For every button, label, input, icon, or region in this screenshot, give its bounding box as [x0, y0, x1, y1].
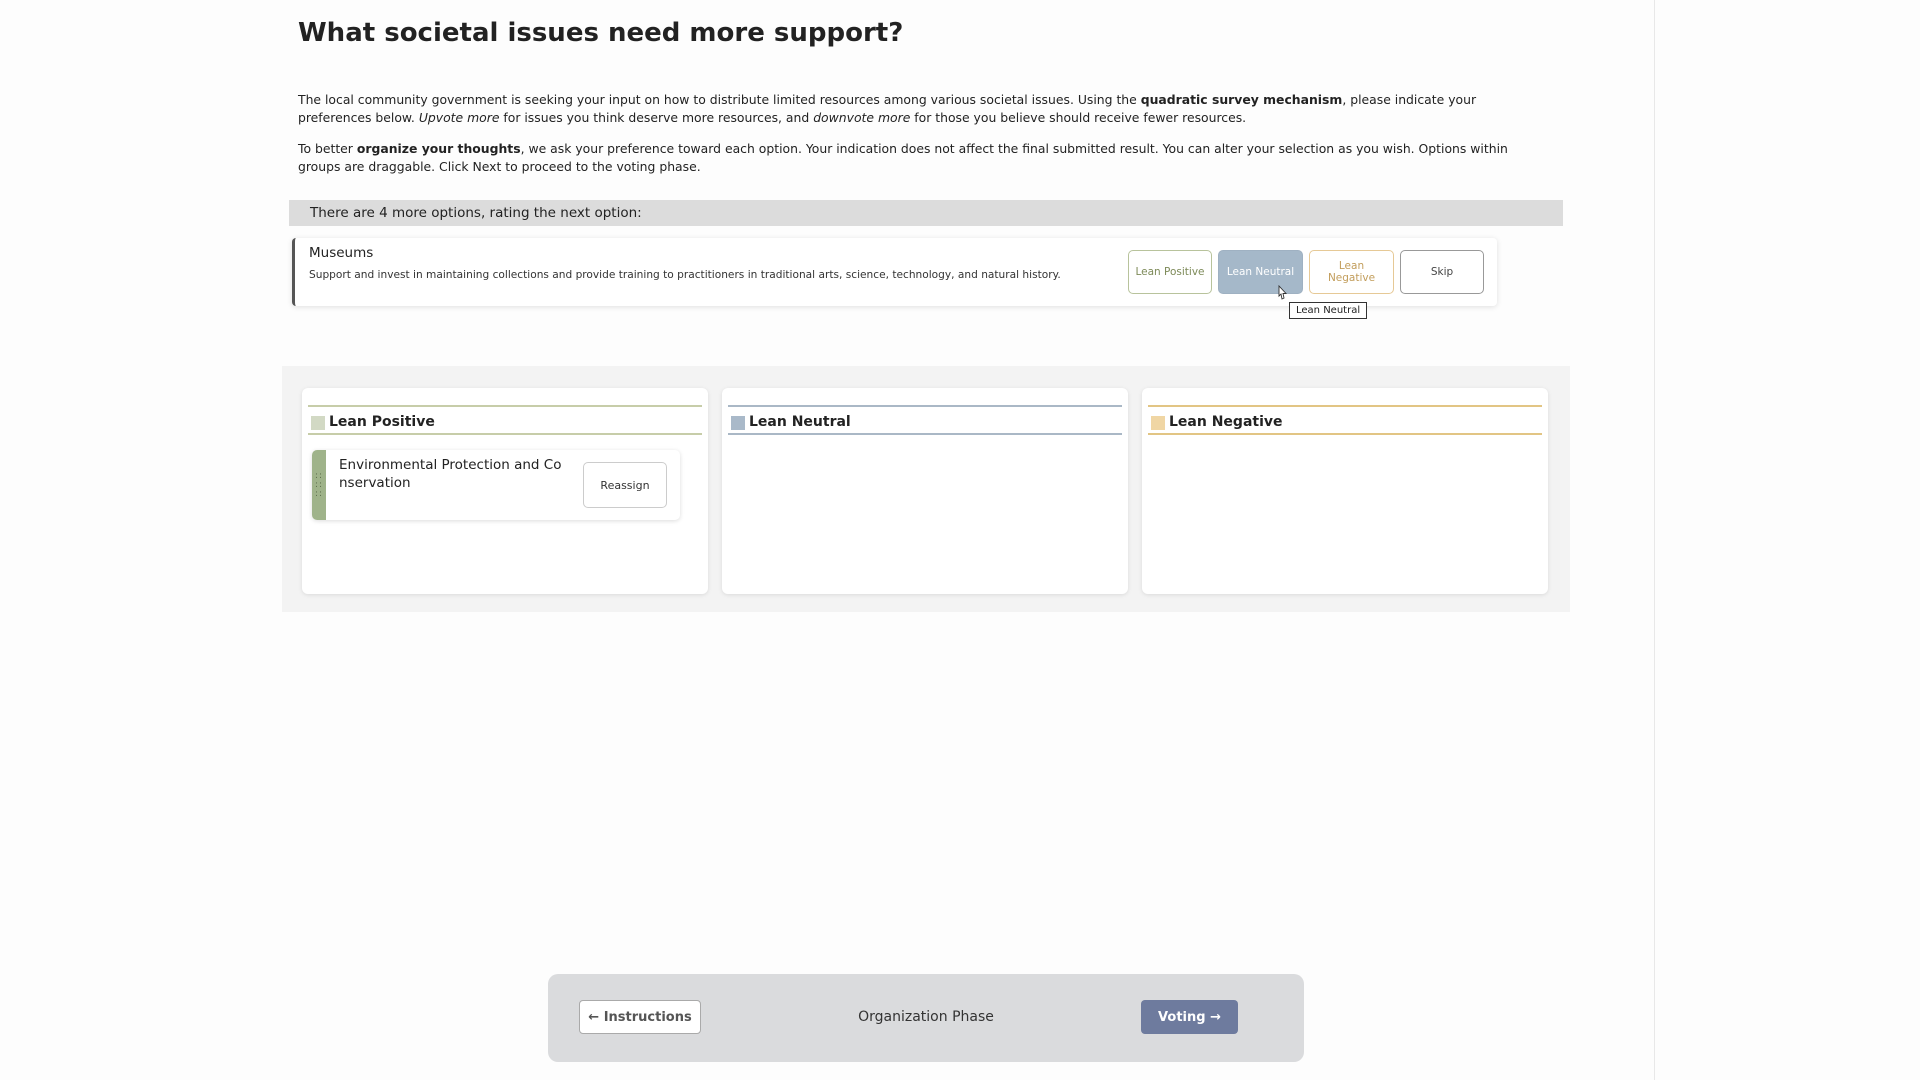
group-lean-negative[interactable]: Lean Negative	[1142, 388, 1548, 594]
option-description: Support and invest in maintaining collec…	[309, 269, 1061, 281]
skip-button[interactable]: Skip	[1400, 250, 1484, 294]
intro-text: To better	[298, 141, 357, 156]
group-color-swatch	[731, 416, 745, 430]
option-title: Museums	[309, 245, 374, 261]
intro-bold: quadratic survey mechanism	[1140, 92, 1343, 107]
intro-italic: downvote more	[813, 110, 911, 125]
progress-banner: There are 4 more options, rating the nex…	[289, 200, 1563, 226]
intro-text: for issues you think deserve more resour…	[499, 110, 814, 125]
group-color-swatch	[311, 416, 325, 430]
intro-bold: organize your thoughts	[356, 141, 521, 156]
intro-italic: Upvote more	[418, 110, 500, 125]
right-divider	[1654, 0, 1655, 1080]
group-color-swatch	[1151, 416, 1165, 430]
drag-handle-icon[interactable]: ::::::	[312, 450, 326, 520]
intro-paragraph-1: The local community government is seekin…	[298, 91, 1538, 127]
lean-negative-button[interactable]: Lean Negative	[1309, 250, 1394, 294]
current-option-card: Museums Support and invest in maintainin…	[292, 238, 1497, 306]
group-header: Lean Positive	[308, 405, 702, 435]
group-label: Lean Negative	[1169, 414, 1283, 430]
progress-text: There are 4 more options, rating the nex…	[310, 205, 642, 221]
group-header: Lean Neutral	[728, 405, 1122, 435]
intro-text: for those you believe should receive few…	[910, 110, 1247, 125]
group-label: Lean Neutral	[749, 414, 851, 430]
lean-positive-button[interactable]: Lean Positive	[1128, 250, 1212, 294]
intro-paragraph-2: To better organize your thoughts, we ask…	[298, 140, 1538, 176]
item-label: Environmental Protection and Conservatio…	[339, 457, 562, 491]
page-title: What societal issues need more support?	[298, 18, 904, 48]
group-header: Lean Negative	[1148, 405, 1542, 435]
reassign-button[interactable]: Reassign	[583, 462, 667, 508]
group-item[interactable]: :::::: Environmental Protection and Cons…	[312, 450, 680, 520]
lean-neutral-button[interactable]: Lean Neutral	[1218, 250, 1303, 294]
mouse-pointer-icon	[1278, 285, 1288, 300]
groups-area: Lean Positive :::::: Environmental Prote…	[282, 366, 1570, 612]
group-label: Lean Positive	[329, 414, 435, 430]
group-lean-neutral[interactable]: Lean Neutral	[722, 388, 1128, 594]
page: What societal issues need more support? …	[0, 0, 1920, 1080]
group-lean-positive[interactable]: Lean Positive :::::: Environmental Prote…	[302, 388, 708, 594]
intro-text: The local community government is seekin…	[298, 92, 1141, 107]
voting-button[interactable]: Voting →	[1141, 1000, 1238, 1034]
tooltip: Lean Neutral	[1289, 302, 1368, 319]
footer-nav: ← Instructions Organization Phase Voting…	[548, 974, 1304, 1062]
